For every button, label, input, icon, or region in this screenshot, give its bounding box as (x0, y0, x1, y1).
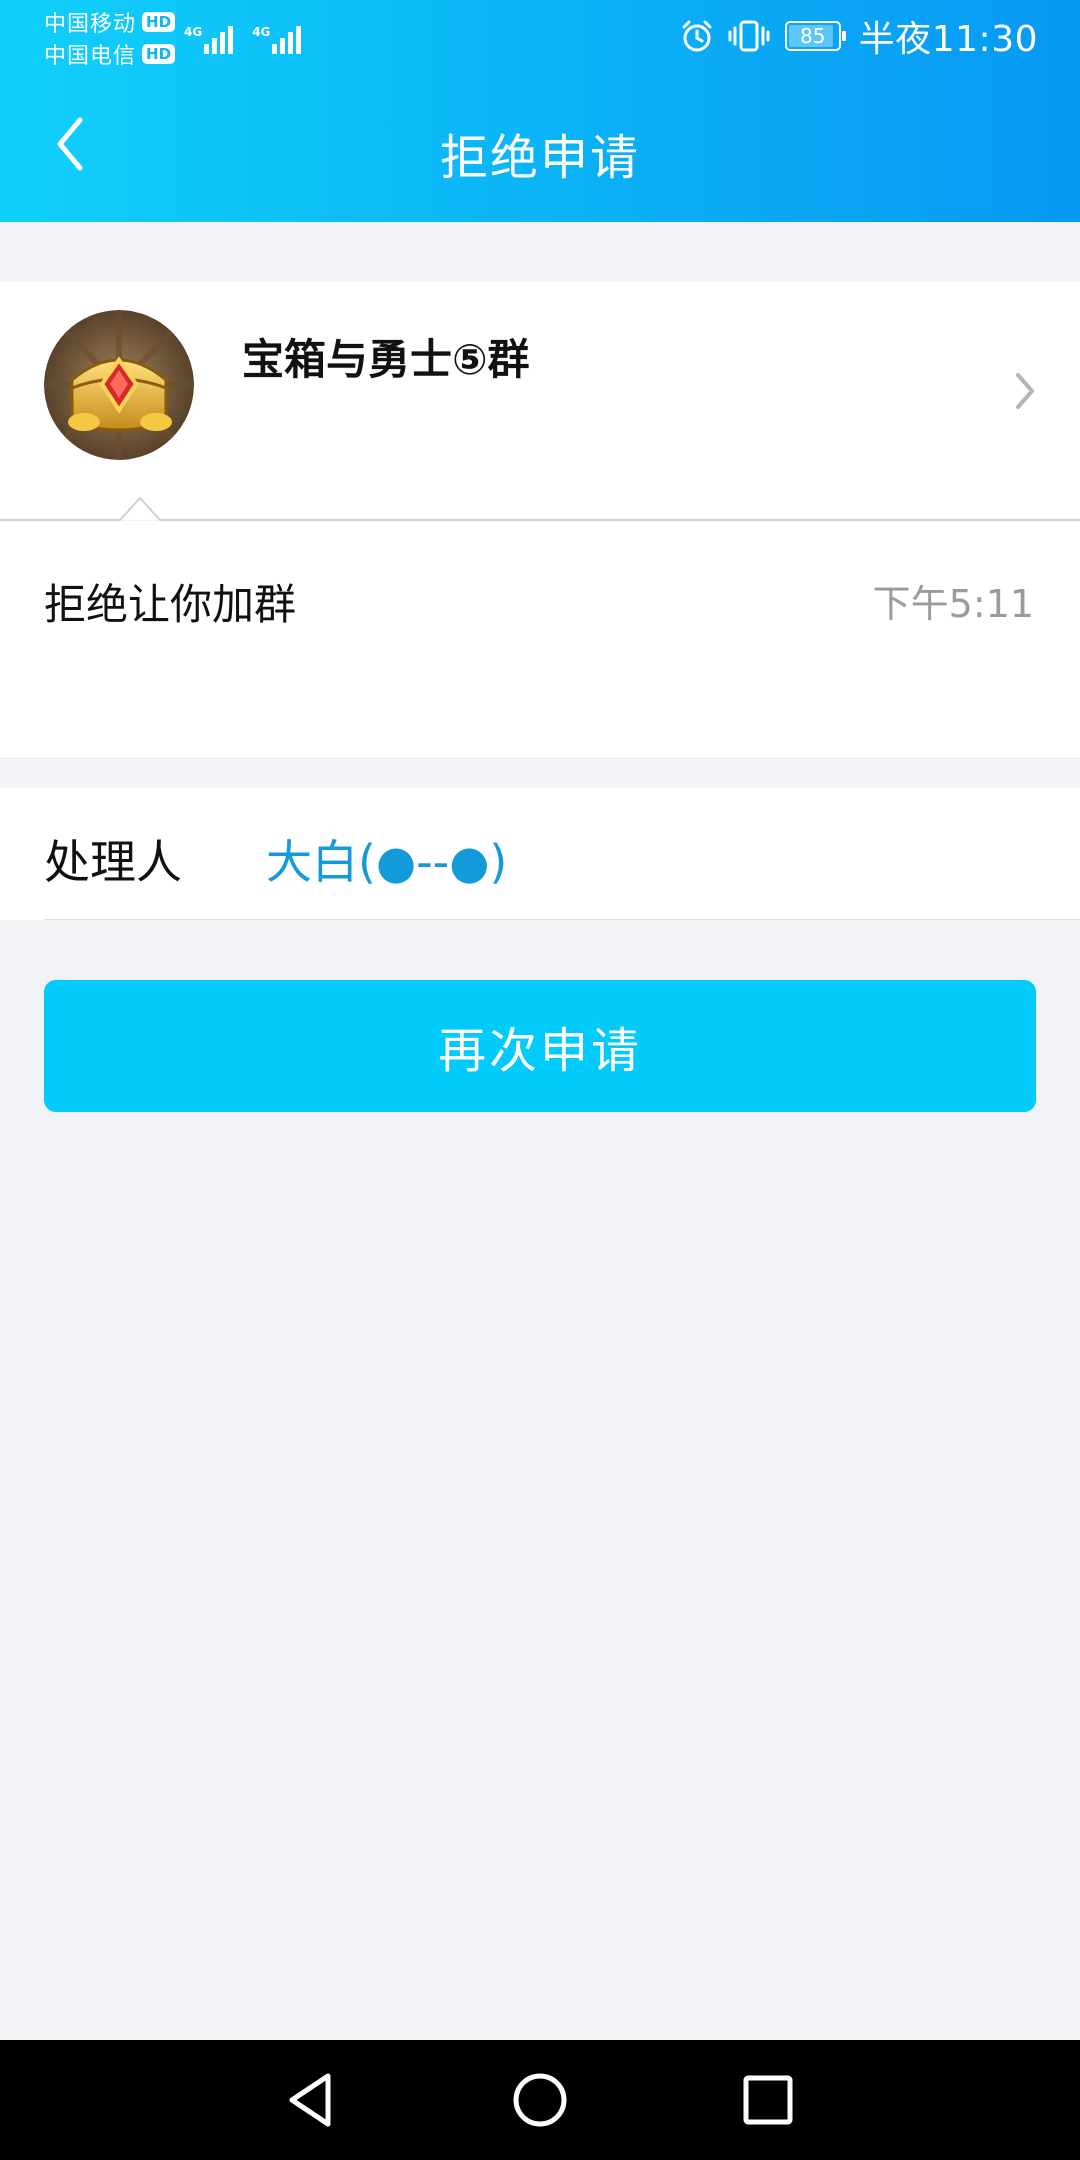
title-bar: 拒绝申请 (0, 72, 1080, 222)
network-1-label: 4G (184, 25, 203, 39)
signal-2-icon: 4G (252, 26, 304, 54)
battery-icon: 85 (784, 21, 846, 51)
message-card: 拒绝让你加群 下午5:11 (0, 521, 1080, 757)
circle-home-icon (513, 2073, 567, 2127)
nav-recents-button[interactable] (728, 2064, 808, 2136)
header: 中国移动 HD 中国电信 HD 4G 4G 85 半夜11:30 拒绝申请 (0, 0, 1080, 222)
vibrate-icon (728, 20, 770, 52)
signal-indicators: 4G 4G (184, 14, 320, 54)
chevron-right-icon (1010, 366, 1040, 416)
handler-name-link[interactable]: 大白(●--●) (266, 826, 507, 892)
alarm-icon (682, 20, 712, 52)
signal-1-icon: 4G (184, 26, 236, 54)
handler-row: 处理人 大白(●--●) (0, 788, 1080, 920)
nav-home-button[interactable] (500, 2064, 580, 2136)
status-clock: 半夜11:30 (858, 19, 1038, 60)
group-name: 宝箱与勇士⑤群 (242, 335, 530, 384)
carrier-1-label: 中国移动 (44, 12, 137, 37)
status-right: 85 半夜11:30 (679, 10, 1038, 62)
message-time: 下午5:11 (872, 582, 1034, 626)
handler-label: 处理人 (44, 835, 182, 889)
battery-level: 85 (800, 24, 826, 48)
message-text: 拒绝让你加群 (44, 580, 297, 629)
page-title: 拒绝申请 (439, 130, 640, 186)
hd-badge: HD (142, 12, 176, 32)
system-nav-bar (0, 2040, 1080, 2160)
treasure-chest-icon (44, 310, 194, 460)
app-root: 中国移动 HD 中国电信 HD 4G 4G 85 半夜11:30 拒绝申请 宝箱… (0, 0, 1080, 2160)
hd-badge: HD (142, 44, 176, 64)
group-avatar (44, 310, 194, 460)
square-recents-icon (743, 2075, 793, 2125)
triangle-back-icon (289, 2073, 331, 2127)
nav-back-button[interactable] (270, 2064, 350, 2136)
group-card[interactable]: 宝箱与勇士⑤群 (0, 282, 1080, 520)
handler-divider (44, 919, 1080, 920)
network-2-label: 4G (252, 25, 271, 39)
reapply-button[interactable]: 再次申请 (44, 980, 1036, 1112)
status-bar: 中国移动 HD 中国电信 HD 4G 4G 85 半夜11:30 (0, 0, 1080, 72)
carrier-2-label: 中国电信 (44, 44, 137, 69)
